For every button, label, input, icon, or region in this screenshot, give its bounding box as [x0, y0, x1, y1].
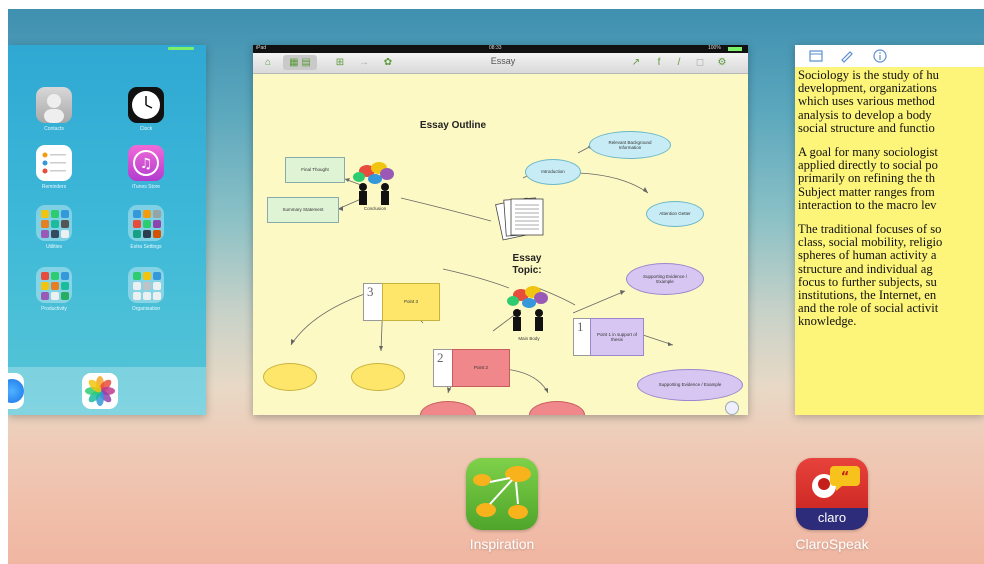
export-icon[interactable]: ↗ [629, 55, 643, 70]
clarospeak-badge-text: claro [817, 510, 847, 525]
highlighted-text-document[interactable]: Sociology is the study of hu development… [795, 67, 984, 415]
paragraph-1: Sociology is the study of hu development… [798, 68, 939, 135]
document-title: Essay [490, 56, 516, 66]
point-3-detail-node-2[interactable] [351, 363, 405, 391]
status-bar: iPad 08:33 100% [253, 45, 748, 53]
pen-icon[interactable] [839, 49, 853, 63]
safari-icon [8, 379, 24, 403]
document-icon[interactable] [809, 49, 823, 63]
folder-icon [36, 267, 72, 303]
supporting-evidence-node-2[interactable]: Supporting Evidence / Example [637, 369, 743, 401]
main-body-people-icon [501, 283, 557, 333]
final-thought-node[interactable]: Final Thought [285, 157, 345, 183]
home-icon[interactable]: ⌂ [261, 55, 275, 70]
point-3-number: 3 [363, 283, 383, 321]
font-icon[interactable]: f [653, 55, 665, 70]
clarospeak-toolbar [795, 45, 984, 67]
reminders-icon [36, 145, 72, 181]
inspiration-toolbar: ⌂ ▦ ▤ ⊞ → ✿ Essay ↗ f / ◻ ⚙ [253, 53, 748, 74]
inspiration-app-icon [466, 458, 538, 530]
reminders-app[interactable]: Reminders [34, 145, 74, 190]
battery-icon [168, 47, 194, 50]
info-icon[interactable] [873, 49, 887, 63]
conclusion-people-icon [347, 159, 403, 205]
point-3-detail-node-1[interactable] [263, 363, 317, 391]
info-button-icon[interactable] [725, 401, 739, 415]
settings-icon[interactable]: ⚙ [715, 55, 729, 70]
point-1-node[interactable]: Point 1 in support of thesis [590, 318, 644, 356]
itunes-app[interactable]: ♫ iTunes Store [126, 145, 166, 190]
productivity-folder[interactable]: Productivity [34, 267, 74, 312]
point-2-number: 2 [433, 349, 453, 387]
pen-icon[interactable]: / [673, 55, 685, 70]
folder-icon [36, 205, 72, 241]
clock-icon [128, 87, 164, 123]
photos-icon [85, 376, 115, 406]
paragraph-3: The traditional focuses of so class, soc… [798, 222, 943, 329]
clock-app[interactable]: Clock [126, 87, 166, 132]
safari-app[interactable] [8, 373, 24, 409]
background-info-node[interactable]: Relevant Background Information [589, 131, 671, 159]
photos-app[interactable] [82, 373, 118, 409]
status-time: 08:33 [489, 45, 502, 51]
contacts-icon [36, 87, 72, 123]
attention-getter-node[interactable]: Attention Getter [646, 201, 704, 227]
folder-icon [128, 205, 164, 241]
inspiration-app-switcher-icon[interactable]: Inspiration [452, 458, 552, 552]
organisation-folder[interactable]: Organisation [126, 267, 166, 312]
svg-text:“: “ [841, 470, 850, 485]
view-toggle-icon[interactable]: ▦ ▤ [283, 55, 317, 70]
clarospeak-app-switcher-icon[interactable]: “ claro ClaroSpeak [782, 458, 882, 552]
paragraph-2: A goal for many sociologist applied dire… [798, 145, 938, 212]
point-1-number: 1 [573, 318, 591, 356]
link-icon[interactable]: → [357, 55, 371, 70]
svg-text:♫: ♫ [140, 156, 153, 172]
device-label: iPad [256, 45, 267, 51]
clarospeak-app-card[interactable]: Sociology is the study of hu development… [795, 45, 984, 415]
app-switcher: Contacts Clock Reminders ♫ iTunes Store [8, 9, 984, 564]
insert-icon[interactable]: ⊞ [333, 55, 347, 70]
contacts-app[interactable]: Contacts [34, 87, 74, 132]
essay-topic-label: Essay Topic: [512, 253, 542, 276]
itunes-icon: ♫ [128, 145, 164, 181]
home-screen-card[interactable]: Contacts Clock Reminders ♫ iTunes Store [8, 45, 206, 415]
document-stack-icon [493, 195, 549, 241]
main-body-label: Main Body [518, 336, 540, 342]
utilities-folder[interactable]: Utilities [34, 205, 74, 250]
introduction-node[interactable]: Introduction [525, 159, 581, 185]
inspiration-app-card[interactable]: iPad 08:33 100% ⌂ ▦ ▤ ⊞ → ✿ Essay ↗ f / … [253, 45, 748, 415]
symbol-icon[interactable]: ✿ [381, 55, 395, 70]
conclusion-label: Conclusion [363, 206, 387, 212]
folder-icon [128, 267, 164, 303]
supporting-evidence-node-1[interactable]: Supporting Evidence / Example [626, 263, 704, 295]
battery-label: 100% [708, 45, 721, 51]
summary-statement-node[interactable]: Summary Statement [267, 197, 339, 223]
info-icon[interactable]: ◻ [693, 55, 707, 70]
diagram-heading: Essay Outline [419, 120, 487, 131]
battery-icon [728, 47, 742, 51]
clarospeak-app-icon: “ claro [796, 458, 868, 530]
point-2-node[interactable]: Point 2 [452, 349, 510, 387]
extra-settings-folder[interactable]: Extra Settings [126, 205, 166, 250]
diagram-canvas[interactable]: Essay Outline Final Thought Summary Stat… [253, 73, 748, 415]
point-3-node[interactable]: Point 3 [382, 283, 440, 321]
